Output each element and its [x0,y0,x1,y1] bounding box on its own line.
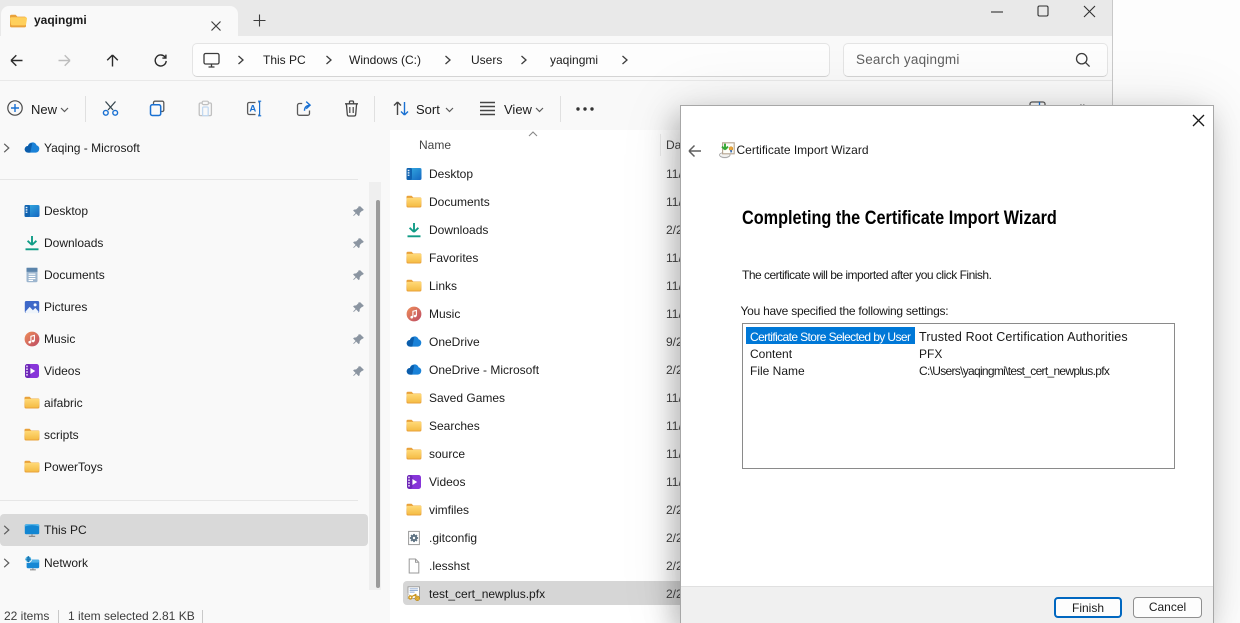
svg-text:A: A [249,104,256,115]
